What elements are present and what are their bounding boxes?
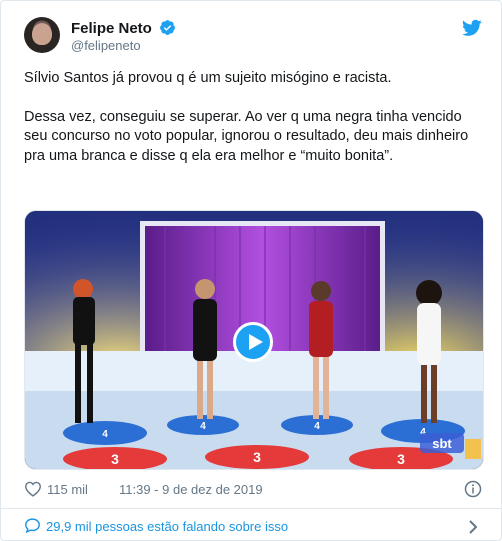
- podium-number: 4: [314, 421, 320, 432]
- tweet-paragraph-2: Dessa vez, conseguiu se superar. Ao ver …: [24, 108, 469, 164]
- tweet-paragraph-1: Sílvio Santos já provou q é um sujeito m…: [24, 70, 392, 86]
- tweet-timestamp[interactable]: 11:39 - 9 de dez de 2019: [119, 482, 263, 497]
- watermark-text: sbt: [432, 436, 452, 451]
- chevron-right-icon[interactable]: [468, 520, 478, 534]
- podium-number: 3: [111, 451, 119, 467]
- info-icon[interactable]: [464, 480, 482, 498]
- conversation-text[interactable]: 29,9 mil pessoas estão falando sobre iss…: [46, 519, 288, 534]
- heart-icon[interactable]: [24, 481, 42, 497]
- like-count[interactable]: 115 mil: [47, 482, 88, 497]
- podium-number: 3: [397, 451, 405, 467]
- podium-number: 4: [200, 421, 206, 432]
- verified-badge-icon: [160, 20, 175, 35]
- podium-number: 4: [102, 429, 108, 440]
- tweet-text: Sílvio Santos já provou q é um sujeito m…: [24, 69, 486, 166]
- tweet-header: Felipe Neto @felipeneto: [24, 17, 486, 57]
- author-handle[interactable]: @felipeneto: [71, 38, 141, 54]
- divider: [1, 508, 501, 509]
- tweet-meta: 115 mil 11:39 - 9 de dez de 2019: [24, 479, 486, 501]
- video-thumbnail[interactable]: 3 3 3 4 4 4 4 sbt: [24, 210, 484, 470]
- author-name-text[interactable]: Felipe Neto: [71, 20, 152, 37]
- podium-number: 3: [253, 449, 261, 465]
- author-name[interactable]: Felipe Neto: [71, 19, 176, 38]
- speech-bubble-icon: [25, 518, 40, 534]
- twitter-bird-icon[interactable]: [462, 19, 482, 37]
- avatar[interactable]: [24, 17, 60, 53]
- play-button[interactable]: [233, 322, 273, 362]
- tweet-card: Felipe Neto @felipeneto Sílvio Santos já…: [0, 0, 502, 541]
- conversation-link[interactable]: 29,9 mil pessoas estão falando sobre iss…: [24, 513, 486, 539]
